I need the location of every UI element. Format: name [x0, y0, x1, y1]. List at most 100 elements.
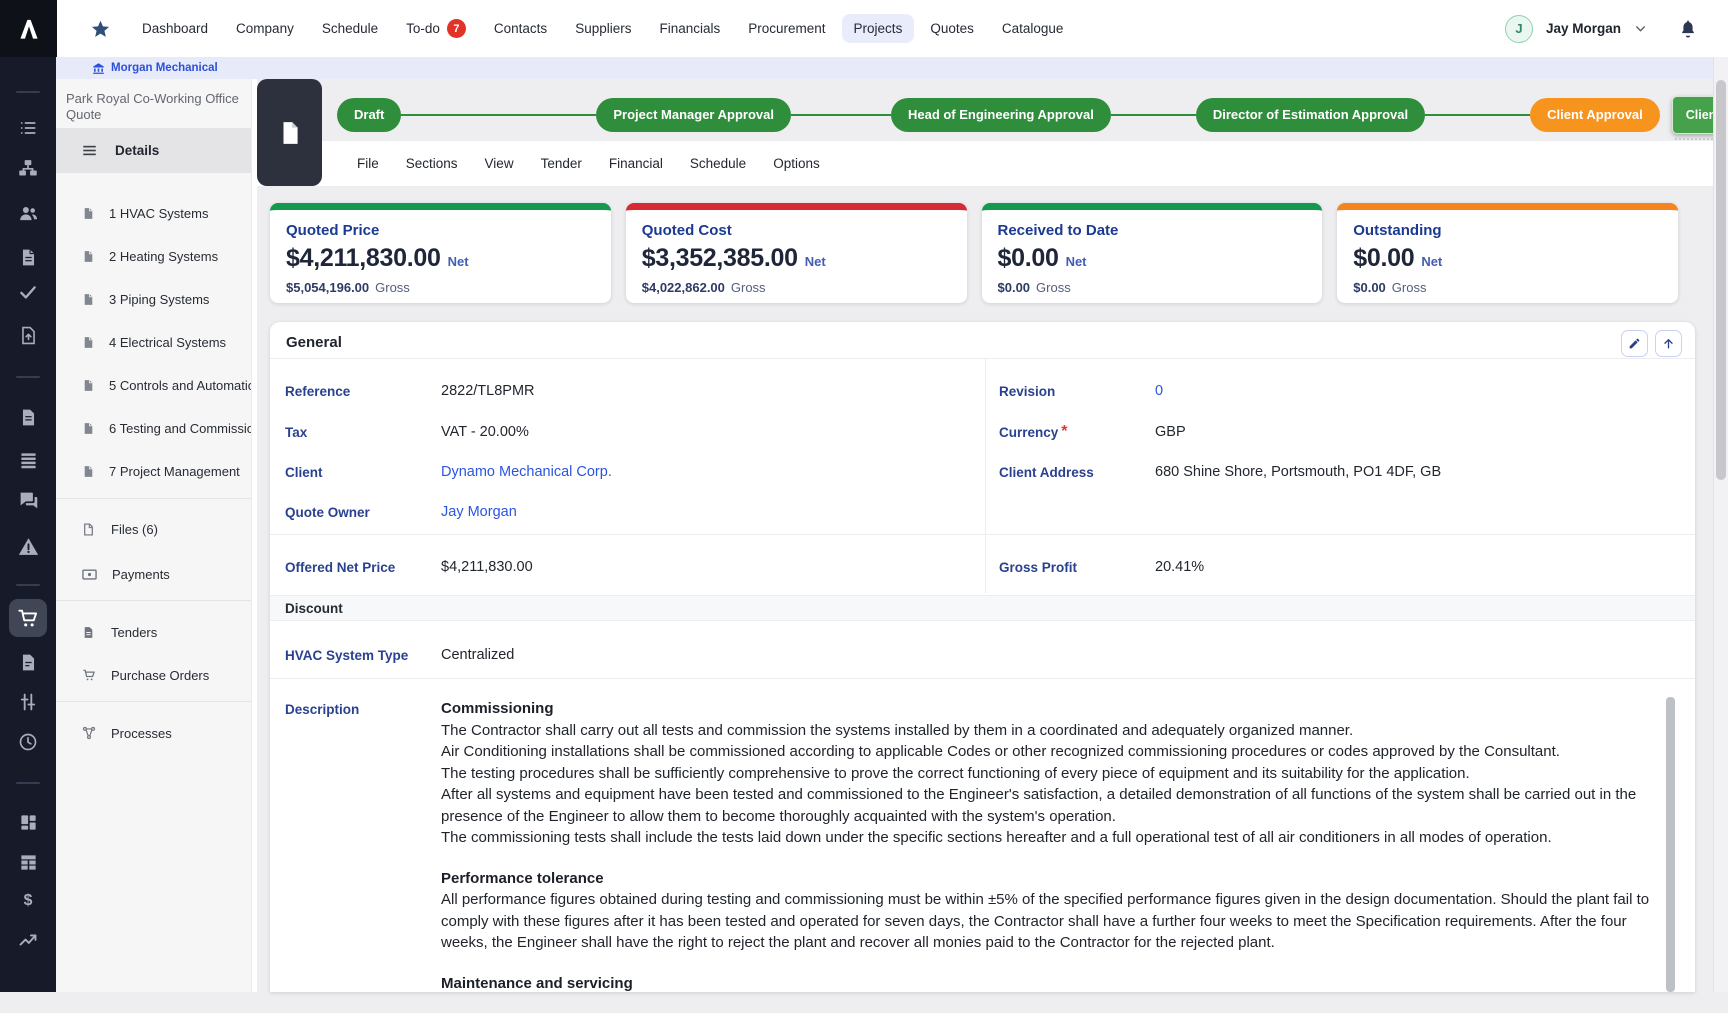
- trend-up-icon[interactable]: [17, 929, 39, 951]
- user-name[interactable]: Jay Morgan: [1546, 21, 1621, 36]
- nav-item-procurement[interactable]: Procurement: [736, 14, 837, 43]
- document-icon[interactable]: [17, 246, 39, 268]
- discount-label: Discount: [285, 601, 343, 616]
- sidebar-section-piping[interactable]: 3 Piping Systems: [56, 278, 251, 320]
- menu-view[interactable]: View: [485, 156, 514, 171]
- sidebar-section-electrical[interactable]: 4 Electrical Systems: [56, 321, 251, 363]
- file-upload-icon[interactable]: [17, 324, 39, 346]
- currency-dollar-icon[interactable]: $: [17, 889, 39, 911]
- sidebar-item-files[interactable]: Files (6): [56, 508, 251, 550]
- nav-item-company[interactable]: Company: [224, 14, 306, 43]
- checkmark-icon[interactable]: [17, 281, 39, 303]
- field-label-description: Description: [285, 702, 359, 717]
- card-title: Quoted Cost: [642, 222, 951, 239]
- description-heading: Maintenance and servicing: [441, 973, 1657, 995]
- workflow-step-0[interactable]: Draft: [337, 98, 401, 132]
- banknote-icon: [82, 568, 97, 581]
- quote-document-tab[interactable]: [257, 79, 322, 186]
- nav-item-suppliers[interactable]: Suppliers: [563, 14, 643, 43]
- collapse-button[interactable]: [1655, 330, 1682, 357]
- field-value-revision[interactable]: 0: [1155, 383, 1163, 399]
- warning-icon[interactable]: [17, 535, 39, 557]
- nav-item-dashboard[interactable]: Dashboard: [130, 14, 220, 43]
- description-block-commissioning: Commissioning The Contractor shall carry…: [441, 698, 1657, 849]
- archdesk-logo-icon: [14, 14, 44, 44]
- purchase-orders-label: Purchase Orders: [111, 668, 209, 683]
- workflow-step-3[interactable]: Director of Estimation Approval: [1196, 98, 1425, 132]
- sidebar-scroll-gutter[interactable]: [251, 79, 257, 992]
- stepper-connector: [1111, 114, 1196, 116]
- sidebar-item-processes[interactable]: Processes: [56, 712, 251, 754]
- dashboard-grid-icon[interactable]: [17, 811, 39, 833]
- favorite-star-icon[interactable]: [88, 17, 112, 41]
- summary-card-1: Quoted Cost $3,352,385.00Net $4,022,862.…: [626, 203, 967, 303]
- workflow-step-1[interactable]: Project Manager Approval: [596, 98, 791, 132]
- field-value-hvac-system-type: Centralized: [441, 647, 514, 663]
- nav-item-todo-label: To-do: [406, 21, 440, 36]
- history-clock-icon[interactable]: [17, 731, 39, 753]
- sidebar-item-details[interactable]: Details: [56, 128, 251, 173]
- note-document-icon[interactable]: [17, 651, 39, 673]
- user-avatar[interactable]: J: [1505, 15, 1533, 43]
- nav-item-todo[interactable]: To-do 7: [394, 12, 478, 45]
- general-panel: General Reference 2822/TL8PMR Revision 0…: [270, 322, 1695, 992]
- adjustments-icon[interactable]: [17, 691, 39, 713]
- description-block-performance-tolerance: Performance tolerance All performance fi…: [441, 868, 1657, 954]
- field-value-quote-owner[interactable]: Jay Morgan: [441, 504, 517, 520]
- menu-file[interactable]: File: [357, 156, 379, 171]
- chevron-down-icon[interactable]: [1634, 22, 1647, 35]
- sidebar-section-heating[interactable]: 2 Heating Systems: [56, 235, 251, 277]
- table-icon[interactable]: [17, 851, 39, 873]
- description-text[interactable]: Commissioning The Contractor shall carry…: [441, 698, 1657, 1013]
- nav-item-quotes[interactable]: Quotes: [918, 14, 986, 43]
- net-value: $0.00: [998, 244, 1059, 273]
- nav-item-contacts[interactable]: Contacts: [482, 14, 559, 43]
- sidebar-section-hvac[interactable]: 1 HVAC Systems: [56, 192, 251, 234]
- sidebar-section-testing[interactable]: 6 Testing and Commission: [56, 407, 251, 449]
- field-value-tax: VAT - 20.00%: [441, 424, 529, 440]
- field-value-gross-profit: 20.41%: [1155, 559, 1204, 575]
- breadcrumb[interactable]: Morgan Mechanical: [92, 62, 218, 75]
- quote-document-icon[interactable]: [17, 406, 39, 428]
- stepper-connector: [791, 114, 891, 116]
- sidebar-section-project-management[interactable]: 7 Project Management: [56, 450, 251, 492]
- app-logo[interactable]: [0, 0, 57, 57]
- rows-icon[interactable]: [17, 449, 39, 471]
- sidebar-item-payments[interactable]: Payments: [56, 553, 251, 595]
- menu-tender[interactable]: Tender: [541, 156, 582, 171]
- workflow-step-4[interactable]: Client Approval: [1530, 98, 1660, 132]
- org-chart-icon[interactable]: [17, 157, 39, 179]
- file-icon: [82, 523, 95, 536]
- nav-item-financials[interactable]: Financials: [647, 14, 732, 43]
- window-scrollbar-thumb[interactable]: [1716, 80, 1726, 480]
- sidebar-item-purchase-orders[interactable]: Purchase Orders: [56, 654, 251, 696]
- chat-icon[interactable]: [17, 489, 39, 511]
- nav-user-area: J Jay Morgan: [1505, 0, 1698, 57]
- edit-button[interactable]: [1621, 330, 1648, 357]
- window-scrollbar-track[interactable]: [1713, 57, 1728, 992]
- nav-item-projects[interactable]: Projects: [842, 14, 915, 43]
- menu-financial[interactable]: Financial: [609, 156, 663, 171]
- users-icon[interactable]: [17, 202, 39, 224]
- nav-item-schedule[interactable]: Schedule: [310, 14, 390, 43]
- shopping-cart-icon-active[interactable]: [9, 599, 47, 637]
- nav-item-catalogue[interactable]: Catalogue: [990, 14, 1076, 43]
- svg-text:$: $: [24, 892, 33, 909]
- section-document-icon: [82, 207, 95, 220]
- pencil-icon: [1628, 337, 1641, 350]
- field-value-client[interactable]: Dynamo Mechanical Corp.: [441, 464, 612, 480]
- field-label-offered-net-price: Offered Net Price: [285, 560, 395, 575]
- workflow-step-2[interactable]: Head of Engineering Approval: [891, 98, 1111, 132]
- menu-sections[interactable]: Sections: [406, 156, 458, 171]
- list-icon[interactable]: [17, 117, 39, 139]
- menu-schedule[interactable]: Schedule: [690, 156, 746, 171]
- description-scrollbar-thumb[interactable]: [1666, 697, 1675, 992]
- menu-options[interactable]: Options: [773, 156, 820, 171]
- section-label: 5 Controls and Automatio: [109, 378, 251, 393]
- cart-icon: [82, 668, 96, 682]
- sidebar-item-tenders[interactable]: Tenders: [56, 611, 251, 653]
- sidebar-divider: [56, 498, 251, 499]
- notifications-bell-icon[interactable]: [1678, 18, 1698, 40]
- sidebar-section-controls[interactable]: 5 Controls and Automatio: [56, 364, 251, 406]
- divider: [270, 534, 1695, 535]
